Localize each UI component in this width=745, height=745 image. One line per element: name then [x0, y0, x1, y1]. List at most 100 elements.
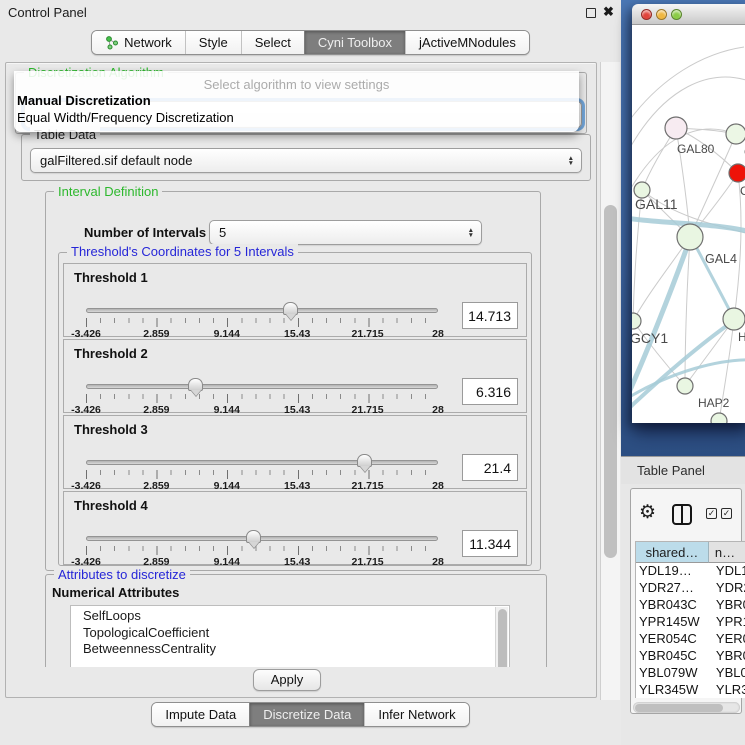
threshold-label: Threshold 2 [74, 346, 148, 361]
cyni-bottom-tab-bar: Impute DataDiscretize DataInfer Network [0, 702, 621, 727]
threshold-value-field[interactable]: 14.713 [462, 302, 518, 329]
table-row[interactable]: YBR045CYBR0 [636, 648, 745, 665]
threshold-value-field[interactable]: 11.344 [462, 530, 518, 557]
slider-major-ticks [86, 546, 439, 555]
dropdown-item-equal-width-frequency[interactable]: Equal Width/Frequency Discretization [14, 109, 579, 126]
table-cell: YBR0 [709, 597, 745, 614]
tab-select[interactable]: Select [241, 31, 304, 54]
close-icon[interactable]: ✖ [603, 4, 614, 20]
threshold-value-field[interactable]: 6.316 [462, 378, 518, 405]
table-row[interactable]: YBR043CYBR0 [636, 597, 745, 614]
gear-icon[interactable]: ⚙ [639, 501, 656, 524]
slider-thumb[interactable] [188, 378, 203, 391]
network-node-gcy1[interactable] [632, 313, 641, 329]
desktop-background: GAL80GALCGAL11GAL4GCY1HHAP2 [621, 0, 745, 456]
slider-track[interactable] [86, 460, 438, 465]
network-node-hap2[interactable] [677, 378, 693, 394]
table-cell: YDL1 [709, 563, 745, 580]
network-node-gal4[interactable] [677, 224, 703, 250]
table-cell: YBL079W [636, 665, 709, 682]
numerical-attributes-list[interactable]: SelfLoopsTopologicalCoefficientBetweenne… [70, 605, 510, 667]
tab-discretize-data[interactable]: Discretize Data [249, 703, 364, 726]
table-cell: YER0 [709, 631, 745, 648]
network-node-c[interactable] [729, 164, 745, 182]
dropdown-item-manual-discretization[interactable]: Manual Discretization [14, 92, 579, 109]
table-row[interactable]: YER054CYER0 [636, 631, 745, 648]
table-row[interactable]: YLR345WYLR3 [636, 682, 745, 698]
attributes-list-scrollbar[interactable] [495, 607, 508, 667]
table-data-combobox[interactable]: galFiltered.sif default node ▲▼ [30, 148, 582, 173]
column-header-2[interactable]: n… [709, 542, 745, 563]
slider-track[interactable] [86, 308, 438, 313]
tab-label: Style [199, 35, 228, 50]
scrollbar-thumb[interactable] [604, 205, 617, 558]
threshold-slider[interactable]: -3.4262.8599.14415.4321.71528 [86, 536, 438, 564]
slider-thumb[interactable] [357, 454, 372, 467]
table-row[interactable]: YBL079WYBL0 [636, 665, 745, 682]
tab-style[interactable]: Style [185, 31, 241, 54]
network-edge-thick[interactable] [692, 239, 733, 317]
slider-track[interactable] [86, 536, 438, 541]
table-cell: YBR043C [636, 597, 709, 614]
network-canvas[interactable]: GAL80GALCGAL11GAL4GCY1HHAP2 [632, 25, 745, 423]
interval-definition-group: Interval Definition Number of Intervals … [45, 191, 541, 571]
network-node-gal80[interactable] [665, 117, 687, 139]
checkbox-icon[interactable]: ✓ [721, 508, 732, 519]
table-horizontal-scrollbar[interactable] [633, 702, 740, 713]
tab-cyni-toolbox[interactable]: Cyni Toolbox [304, 31, 405, 54]
tab-network[interactable]: Network [92, 31, 185, 54]
network-node-label: GAL4 [705, 252, 737, 266]
table-data-combobox-value: galFiltered.sif default node [40, 153, 192, 168]
table-row[interactable]: YPR145WYPR1 [636, 614, 745, 631]
control-panel: Control Panel ✖ NetworkStyleSelectCyni T… [0, 0, 621, 745]
checkbox-icon[interactable]: ✓ [706, 508, 717, 519]
columns-icon[interactable] [672, 504, 692, 525]
network-edge[interactable] [632, 47, 744, 125]
attributes-to-discretize-group: Attributes to discretize Numerical Attri… [45, 574, 547, 667]
slider-thumb[interactable] [246, 530, 261, 543]
network-node-h[interactable] [723, 308, 745, 330]
tick-label: 28 [432, 556, 444, 568]
control-panel-scrollbar[interactable] [600, 62, 620, 700]
float-window-icon[interactable] [586, 8, 596, 18]
zoom-traffic-light-icon[interactable] [671, 9, 682, 20]
network-graph: GAL80GALCGAL11GAL4GCY1HHAP2 [632, 25, 745, 423]
attribute-list-item[interactable]: SelfLoops [71, 608, 509, 625]
right-column: GAL80GALCGAL11GAL4GCY1HHAP2 Table Panel … [621, 0, 745, 745]
threshold-slider[interactable]: -3.4262.8599.14415.4321.71528 [86, 384, 438, 412]
attribute-list-item[interactable]: TopologicalCoefficient [71, 625, 509, 642]
tab-infer-network[interactable]: Infer Network [364, 703, 468, 726]
algorithm-dropdown-popup: Select algorithm to view settings Manual… [14, 71, 579, 132]
stepper-icon: ▲▼ [568, 156, 574, 166]
tab-label: Network [124, 35, 172, 50]
network-node[interactable] [711, 413, 727, 423]
threshold-value-field[interactable]: 21.4 [462, 454, 518, 481]
scrollbar-thumb[interactable] [635, 704, 723, 712]
number-of-intervals-value: 5 [219, 225, 226, 240]
tab-jactivemnodules[interactable]: jActiveMNodules [405, 31, 529, 54]
tab-impute-data[interactable]: Impute Data [152, 703, 249, 726]
threshold-slider[interactable]: -3.4262.8599.14415.4321.71528 [86, 460, 438, 488]
table-panel-zone: ⚙ ✓ ✓ shared…n… YDL19…YDL1YDR27…YDR2YBR0… [621, 484, 745, 745]
number-of-intervals-label: Number of Intervals [84, 225, 206, 240]
table-row[interactable]: YDL19…YDL1 [636, 563, 745, 580]
column-header-1[interactable]: shared… [636, 542, 709, 563]
close-traffic-light-icon[interactable] [641, 9, 652, 20]
network-view-window: GAL80GALCGAL11GAL4GCY1HHAP2 [632, 4, 745, 423]
table-cell: YLR3 [709, 682, 745, 698]
number-of-intervals-combobox[interactable]: 5 ▲▼ [209, 220, 482, 245]
network-window-titlebar[interactable] [632, 4, 745, 25]
attribute-list-item[interactable]: BetweennessCentrality [71, 641, 509, 658]
slider-thumb[interactable] [283, 302, 298, 315]
attributes-group-title: Attributes to discretize [54, 567, 190, 582]
minimize-traffic-light-icon[interactable] [656, 9, 667, 20]
threshold-slider[interactable]: -3.4262.8599.14415.4321.71528 [86, 308, 438, 336]
tab-label: jActiveMNodules [419, 35, 516, 50]
slider-track[interactable] [86, 384, 438, 389]
thresholds-coordinates-group: Threshold's Coordinates for 5 Intervals … [58, 252, 532, 566]
network-node-gal[interactable] [726, 124, 745, 144]
tick-label: 21.715 [352, 556, 384, 568]
apply-button[interactable]: Apply [253, 669, 321, 691]
table-row[interactable]: YDR27…YDR2 [636, 580, 745, 597]
network-edge[interactable] [685, 237, 690, 386]
